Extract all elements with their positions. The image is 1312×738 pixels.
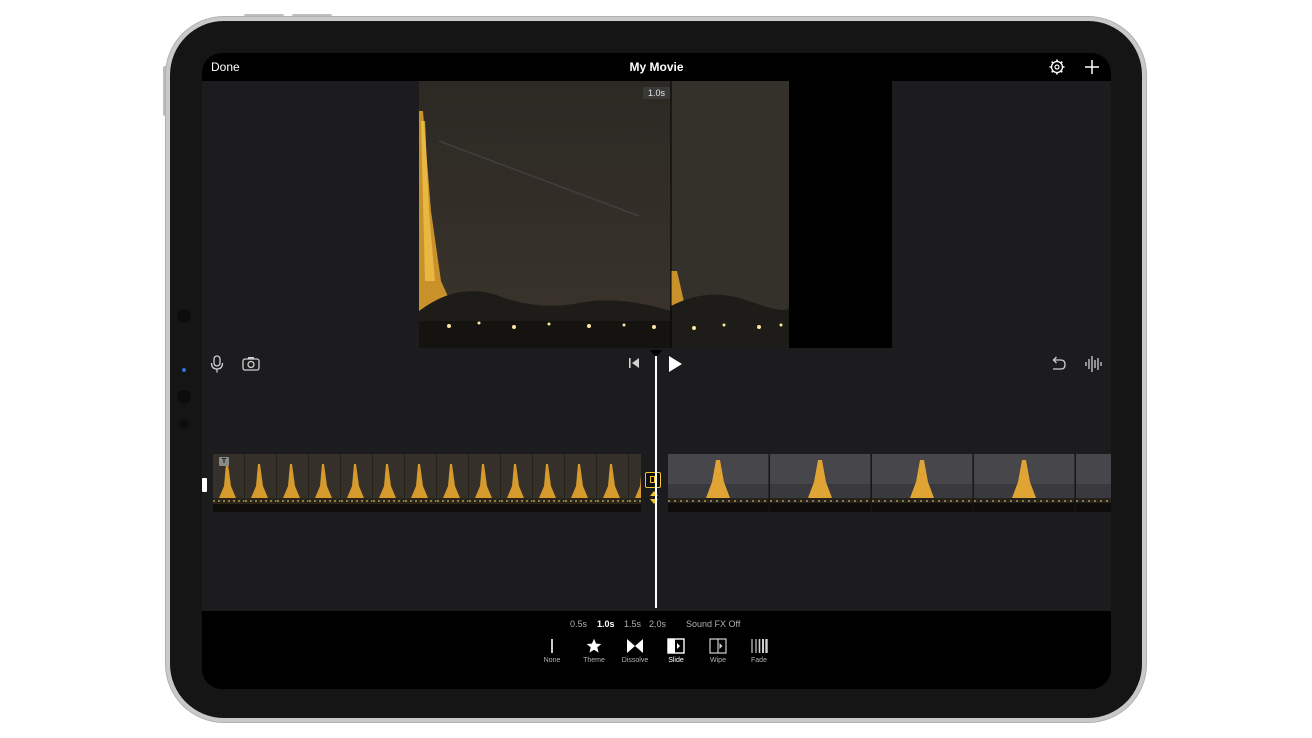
skip-to-start-icon[interactable]	[627, 356, 641, 370]
wipe-icon	[709, 638, 727, 654]
gear-icon[interactable]	[1048, 58, 1066, 76]
play-icon[interactable]	[667, 355, 683, 373]
slide-icon	[667, 638, 685, 654]
microphone-icon[interactable]	[207, 354, 227, 374]
imovie-screen: Done My Movie 1.0s T 0.5s 1.0s 1.5s 2.0s…	[202, 53, 1111, 689]
transition-indicator-icon	[650, 491, 658, 504]
transition-dissolve[interactable]: Dissolve	[615, 638, 655, 664]
video-clip-2[interactable]	[668, 454, 1111, 512]
fade-icon	[751, 639, 768, 653]
transition-none[interactable]: None	[532, 638, 572, 664]
transition-slide-label: Slide	[668, 657, 684, 664]
transition-none-label: None	[543, 657, 561, 664]
project-title: My Movie	[629, 60, 684, 74]
transition-wipe-label: Wipe	[710, 657, 726, 664]
sensor-dot-small	[179, 419, 189, 429]
transition-fade[interactable]: Fade	[739, 638, 779, 664]
timeline-scroll-handle[interactable]	[202, 478, 207, 492]
duration-option-1-0s[interactable]: 1.0s	[597, 619, 615, 629]
audio-waveform-icon[interactable]	[1083, 354, 1103, 374]
plus-icon[interactable]	[1083, 58, 1101, 76]
camera-indicator	[182, 368, 186, 372]
transition-inspector: 0.5s 1.0s 1.5s 2.0s Sound FX Off None Th…	[202, 611, 1111, 689]
transition-fade-label: Fade	[751, 657, 767, 664]
transition-wipe[interactable]: Wipe	[698, 638, 738, 664]
video-clip-1[interactable]	[213, 454, 641, 512]
transition-duration-badge: 1.0s	[643, 87, 671, 99]
camera-lens	[177, 309, 191, 323]
duration-option-1-5s[interactable]: 1.5s	[624, 619, 641, 629]
transition-slide[interactable]: Slide	[656, 638, 696, 664]
transition-theme-label: Theme	[583, 657, 605, 664]
video-viewer: 1.0s	[202, 81, 1111, 348]
duration-option-0-5s[interactable]: 0.5s	[570, 619, 587, 629]
star-icon	[586, 638, 602, 653]
sensor-dot	[177, 390, 191, 404]
viewer-left-panel	[202, 81, 419, 348]
undo-icon[interactable]	[1048, 354, 1068, 374]
transition-theme[interactable]: Theme	[574, 638, 614, 664]
dissolve-icon	[627, 639, 643, 653]
transition-dissolve-label: Dissolve	[621, 657, 649, 664]
duration-option-2-0s[interactable]: 2.0s	[649, 619, 666, 629]
sound-fx-toggle[interactable]: Sound FX Off	[686, 619, 740, 629]
transition-marker[interactable]	[645, 472, 661, 488]
viewer-right-panel	[892, 81, 1111, 348]
playhead[interactable]	[655, 356, 657, 608]
none-transition-icon	[551, 639, 553, 653]
nav-bar: Done My Movie	[202, 53, 1111, 81]
title-badge[interactable]: T	[219, 457, 229, 466]
camera-icon[interactable]	[241, 354, 261, 374]
video-preview[interactable]	[419, 81, 789, 348]
